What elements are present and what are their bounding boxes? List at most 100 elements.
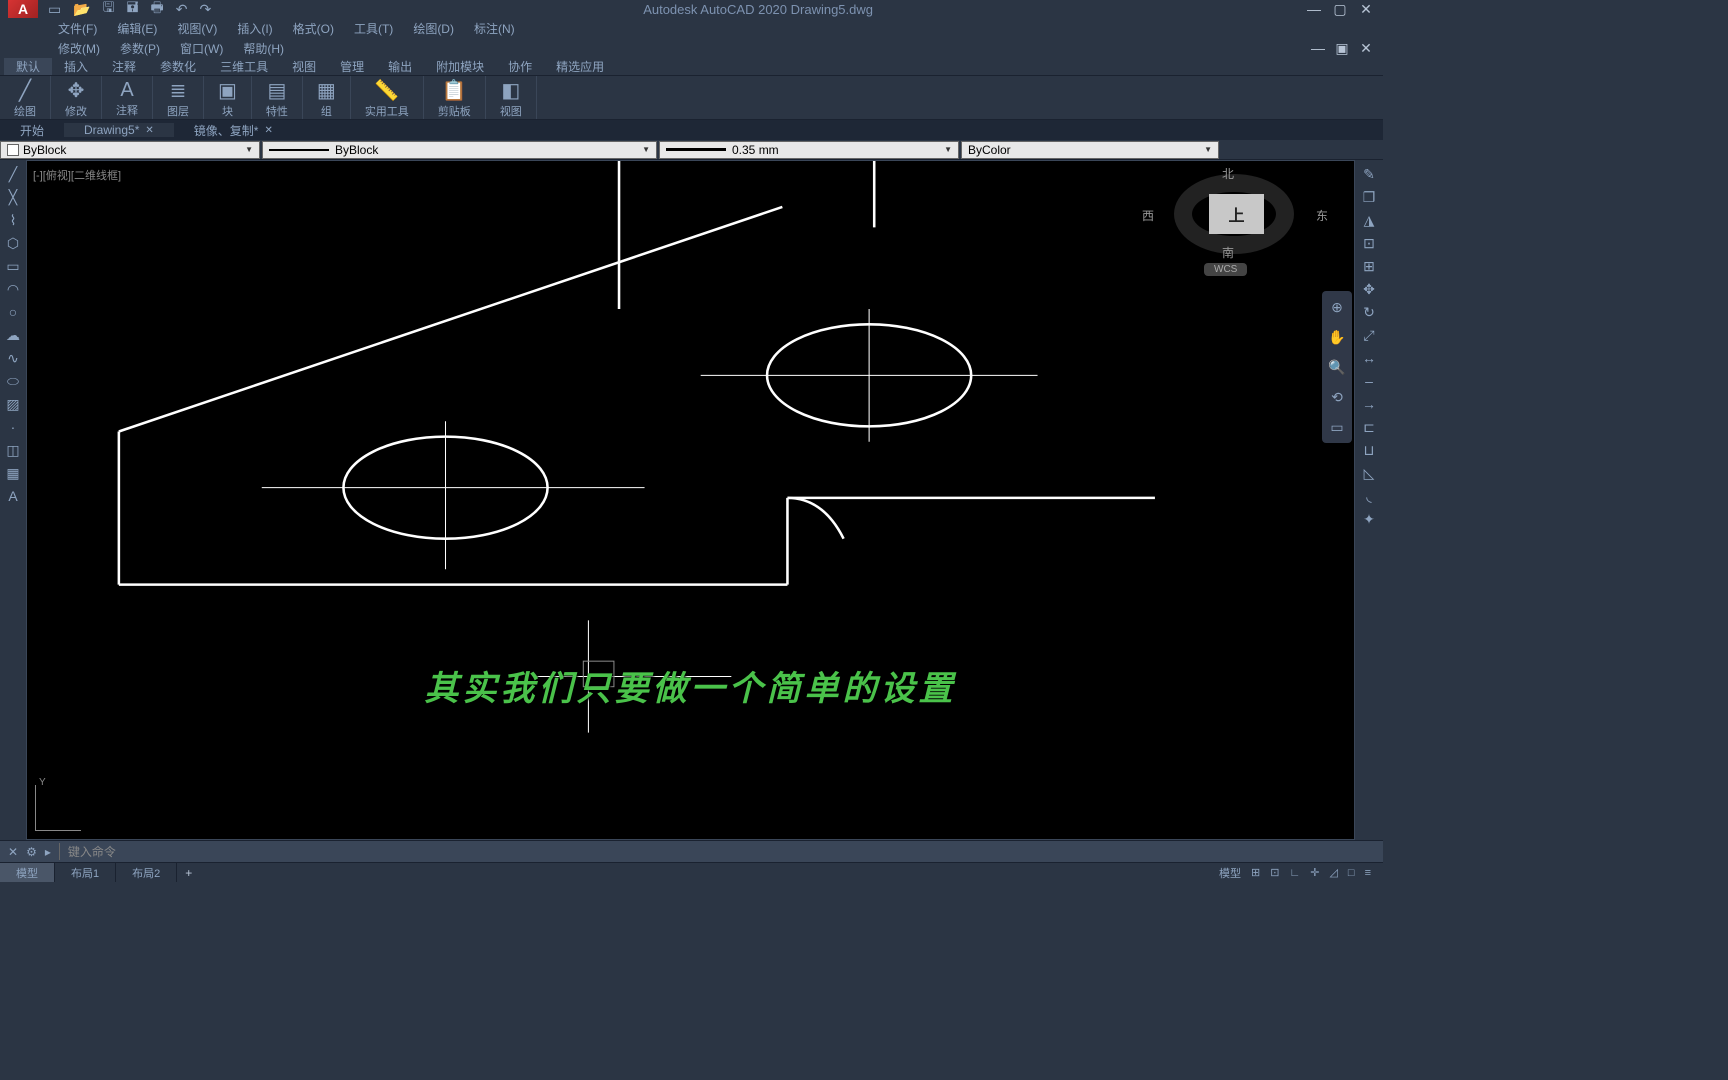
mdi-minimize-button[interactable]: — <box>1309 40 1327 57</box>
isodraft-icon[interactable]: ◿ <box>1325 866 1341 879</box>
showmotion-icon[interactable]: ▭ <box>1325 415 1349 439</box>
menu-view[interactable]: 视图(V) <box>169 20 225 37</box>
stretch-icon[interactable]: ↔ <box>1359 348 1379 368</box>
panel-group[interactable]: ▦组 <box>303 76 351 119</box>
ribbon-tab-featured[interactable]: 精选应用 <box>544 58 616 75</box>
layout-tab-model[interactable]: 模型 <box>0 863 55 882</box>
color-combo[interactable]: ByBlock▼ <box>0 141 260 159</box>
menu-insert[interactable]: 插入(I) <box>229 20 280 37</box>
app-logo[interactable]: A <box>8 0 38 18</box>
revcloud-tool-icon[interactable]: ☁ <box>3 325 23 345</box>
ribbon-tab-view[interactable]: 视图 <box>280 58 328 75</box>
ribbon-tab-parametric[interactable]: 参数化 <box>148 58 208 75</box>
polyline-tool-icon[interactable]: ⌇ <box>3 210 23 230</box>
arc-tool-icon[interactable]: ◠ <box>3 279 23 299</box>
viewcube-face-top[interactable]: 上 <box>1209 194 1264 234</box>
menu-edit[interactable]: 编辑(E) <box>109 20 165 37</box>
close-icon[interactable]: ✕ <box>264 125 272 136</box>
panel-modify[interactable]: ✥修改 <box>51 76 102 119</box>
undo-icon[interactable]: ↶ <box>176 1 188 18</box>
panel-layer[interactable]: ≣图层 <box>153 76 204 119</box>
ribbon-tab-default[interactable]: 默认 <box>4 58 52 75</box>
break-icon[interactable]: ⊏ <box>1359 417 1379 437</box>
spline-tool-icon[interactable]: ∿ <box>3 348 23 368</box>
orbit-icon[interactable]: ⟲ <box>1325 385 1349 409</box>
plotstyle-combo[interactable]: ByColor▼ <box>961 141 1219 159</box>
lineweight-toggle-icon[interactable]: ≡ <box>1361 867 1375 879</box>
snap-toggle-icon[interactable]: ⊡ <box>1266 866 1283 879</box>
mtext-tool-icon[interactable]: A <box>3 486 23 506</box>
menu-draw[interactable]: 绘图(D) <box>405 20 462 37</box>
viewcube-east[interactable]: 东 <box>1316 207 1328 224</box>
open-icon[interactable]: 📂 <box>73 1 90 18</box>
offset-icon[interactable]: ⊡ <box>1359 233 1379 253</box>
viewcube-south[interactable]: 南 <box>1222 244 1234 261</box>
maximize-button[interactable]: ▢ <box>1331 1 1349 18</box>
panel-utilities[interactable]: 📏实用工具 <box>351 76 424 119</box>
new-icon[interactable]: ▭ <box>48 1 61 18</box>
copy-icon[interactable]: ❐ <box>1359 187 1379 207</box>
add-layout-button[interactable]: + <box>177 866 200 880</box>
pan-icon[interactable]: ✋ <box>1325 325 1349 349</box>
doc-tab-mirror[interactable]: 镜像、复制*✕ <box>174 122 293 139</box>
lineweight-combo[interactable]: 0.35 mm▼ <box>659 141 959 159</box>
menu-format[interactable]: 格式(O) <box>285 20 342 37</box>
recent-commands-icon[interactable]: ✕ <box>8 845 18 859</box>
panel-properties[interactable]: ▤特性 <box>252 76 303 119</box>
region-tool-icon[interactable]: ◫ <box>3 440 23 460</box>
menu-file[interactable]: 文件(F) <box>50 20 105 37</box>
ortho-toggle-icon[interactable]: ∟ <box>1285 867 1304 879</box>
join-icon[interactable]: ⊔ <box>1359 440 1379 460</box>
menu-help[interactable]: 帮助(H) <box>235 40 292 57</box>
doc-tab-drawing5[interactable]: Drawing5*✕ <box>64 123 174 137</box>
save-icon[interactable]: 🖫 <box>103 0 115 21</box>
fullnav-icon[interactable]: ⊕ <box>1325 295 1349 319</box>
menu-tools[interactable]: 工具(T) <box>346 20 401 37</box>
menu-param[interactable]: 参数(P) <box>112 40 168 57</box>
ribbon-tab-3dtools[interactable]: 三维工具 <box>208 58 280 75</box>
trim-icon[interactable]: ‒ <box>1359 371 1379 391</box>
mdi-restore-button[interactable]: ▣ <box>1333 40 1351 57</box>
hatch-tool-icon[interactable]: ▨ <box>3 394 23 414</box>
osnap-toggle-icon[interactable]: □ <box>1344 867 1359 879</box>
extend-icon[interactable]: → <box>1359 394 1379 414</box>
fillet-icon[interactable]: ◟ <box>1359 486 1379 506</box>
redo-icon[interactable]: ↷ <box>199 1 211 18</box>
plot-icon[interactable]: 🖶 <box>151 0 164 21</box>
menu-dimension[interactable]: 标注(N) <box>466 20 523 37</box>
ribbon-tab-collab[interactable]: 协作 <box>496 58 544 75</box>
viewcube-west[interactable]: 西 <box>1142 207 1154 224</box>
table-tool-icon[interactable]: ▦ <box>3 463 23 483</box>
close-icon[interactable]: ✕ <box>145 125 153 136</box>
erase-icon[interactable]: ✎ <box>1359 164 1379 184</box>
menu-modify[interactable]: 修改(M) <box>50 40 108 57</box>
explode-icon[interactable]: ✦ <box>1359 509 1379 529</box>
panel-annotate[interactable]: A注释 <box>102 76 153 119</box>
ellipse-tool-icon[interactable]: ⬭ <box>3 371 23 391</box>
scale-icon[interactable]: ⤢ <box>1359 325 1379 345</box>
viewcube[interactable]: 上 北 南 东 西 WCS <box>1144 169 1324 276</box>
point-tool-icon[interactable]: · <box>3 417 23 437</box>
panel-clipboard[interactable]: 📋剪贴板 <box>424 76 486 119</box>
xline-tool-icon[interactable]: ╳ <box>3 187 23 207</box>
ribbon-tab-addins[interactable]: 附加模块 <box>424 58 496 75</box>
layout-tab-layout2[interactable]: 布局2 <box>116 863 177 882</box>
array-icon[interactable]: ⊞ <box>1359 256 1379 276</box>
panel-draw[interactable]: ╱绘图 <box>0 76 51 119</box>
circle-tool-icon[interactable]: ○ <box>3 302 23 322</box>
doc-tab-start[interactable]: 开始 <box>0 122 64 139</box>
minimize-button[interactable]: — <box>1305 1 1323 18</box>
modelspace-button[interactable]: 模型 <box>1215 865 1245 881</box>
menu-window[interactable]: 窗口(W) <box>172 40 231 57</box>
ucs-icon[interactable]: Y <box>35 781 85 831</box>
move-icon[interactable]: ✥ <box>1359 279 1379 299</box>
ribbon-tab-annotate[interactable]: 注释 <box>100 58 148 75</box>
saveas-icon[interactable]: 🖬 <box>127 0 139 21</box>
linetype-combo[interactable]: ByBlock▼ <box>262 141 657 159</box>
chamfer-icon[interactable]: ◺ <box>1359 463 1379 483</box>
rect-tool-icon[interactable]: ▭ <box>3 256 23 276</box>
ribbon-tab-manage[interactable]: 管理 <box>328 58 376 75</box>
viewcube-north[interactable]: 北 <box>1222 165 1234 182</box>
mirror-icon[interactable]: ◮ <box>1359 210 1379 230</box>
layout-tab-layout1[interactable]: 布局1 <box>55 863 116 882</box>
